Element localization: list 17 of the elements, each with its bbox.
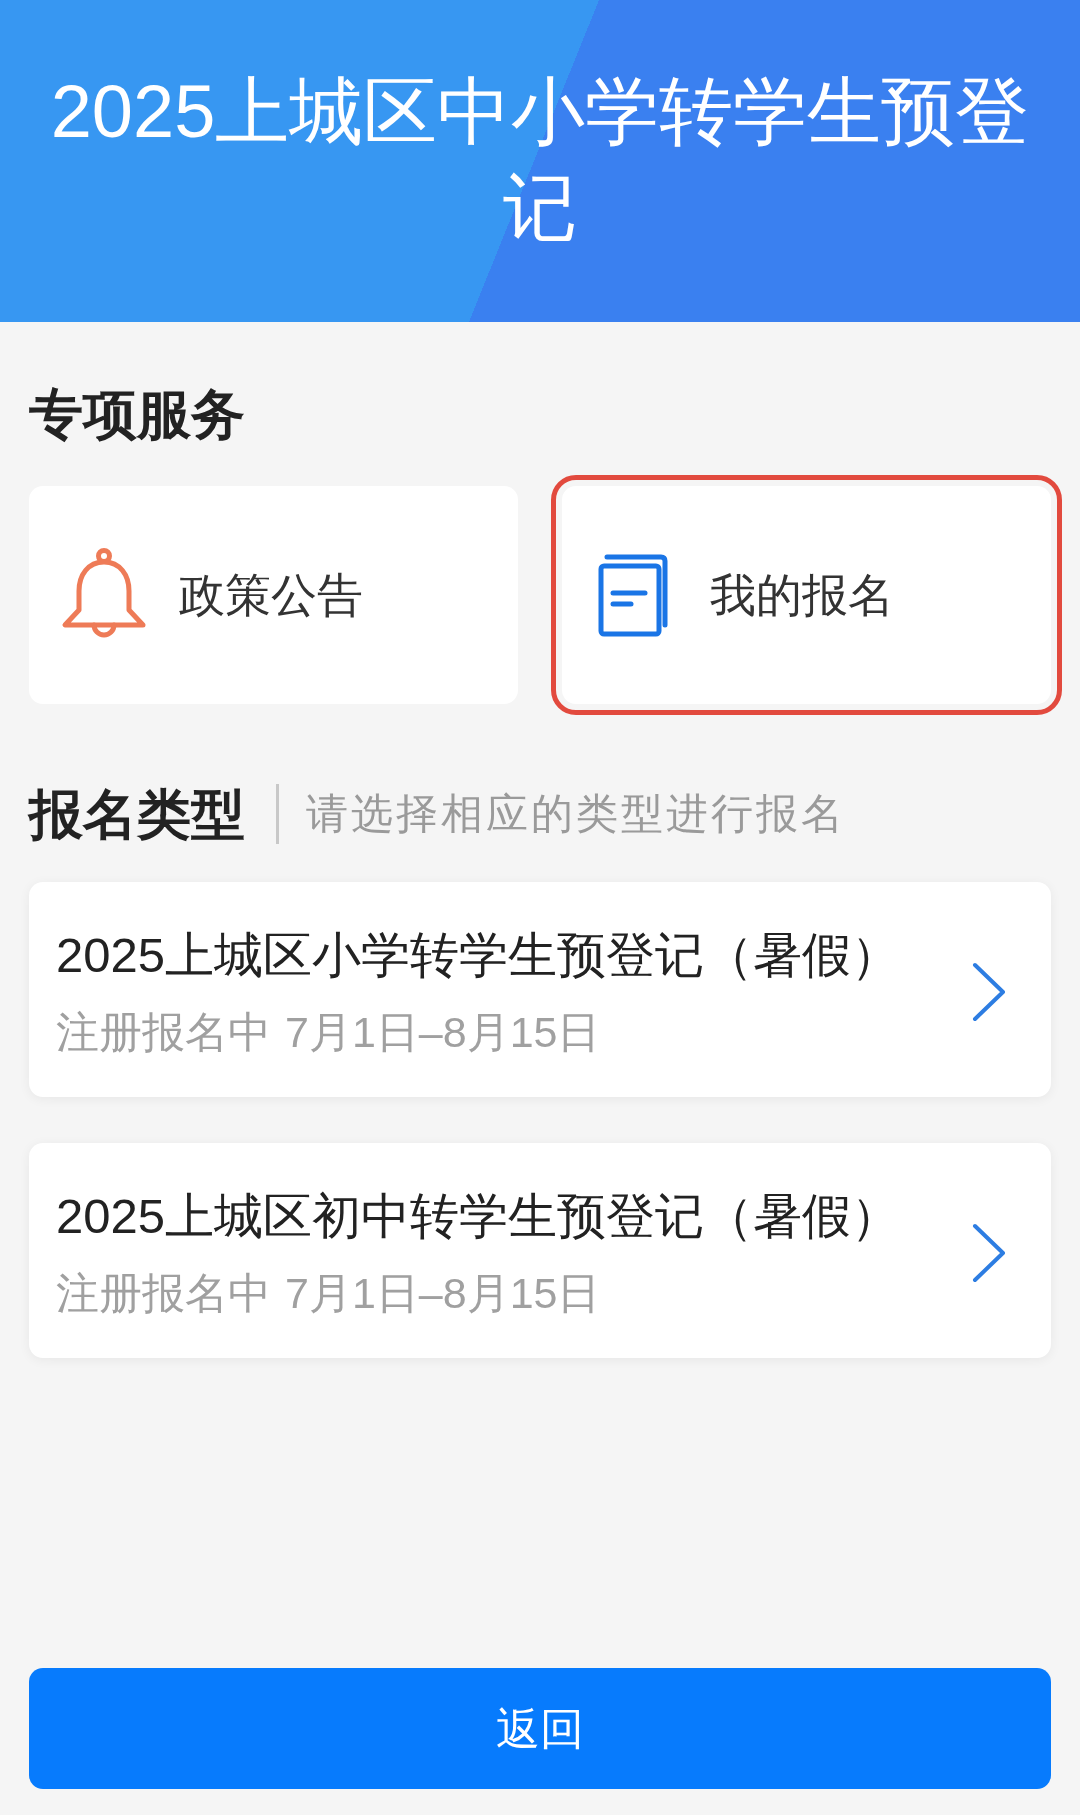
service-card[interactable]: 政策公告 (29, 486, 518, 704)
section-title: 专项服务 (29, 383, 245, 446)
item-title: 2025上城区小学转学生预登记（暑假） (56, 927, 901, 984)
item-period: 7月1日–8月15日 (285, 1007, 601, 1058)
page-title: 2025上城区中小学转学生预登记 (49, 69, 1031, 251)
registration-card[interactable]: 2025上城区初中转学生预登记（暑假） 注册报名中 7月1日–8月15日 (29, 1143, 1051, 1358)
chevron-right-icon (971, 960, 1007, 1023)
section-title: 报名类型 (29, 783, 245, 846)
item-status: 注册报名中 (56, 1268, 271, 1319)
item-status: 注册报名中 (56, 1007, 271, 1058)
section-hint: 请选择相应的类型进行报名 (306, 789, 846, 839)
item-period: 7月1日–8月15日 (285, 1268, 601, 1319)
item-title: 2025上城区初中转学生预登记（暑假） (56, 1188, 901, 1245)
chevron-right-icon (971, 1221, 1007, 1284)
back-button[interactable]: 返回 (29, 1668, 1051, 1789)
registration-card[interactable]: 2025上城区小学转学生预登记（暑假） 注册报名中 7月1日–8月15日 (29, 882, 1051, 1097)
document-icon (598, 553, 670, 637)
